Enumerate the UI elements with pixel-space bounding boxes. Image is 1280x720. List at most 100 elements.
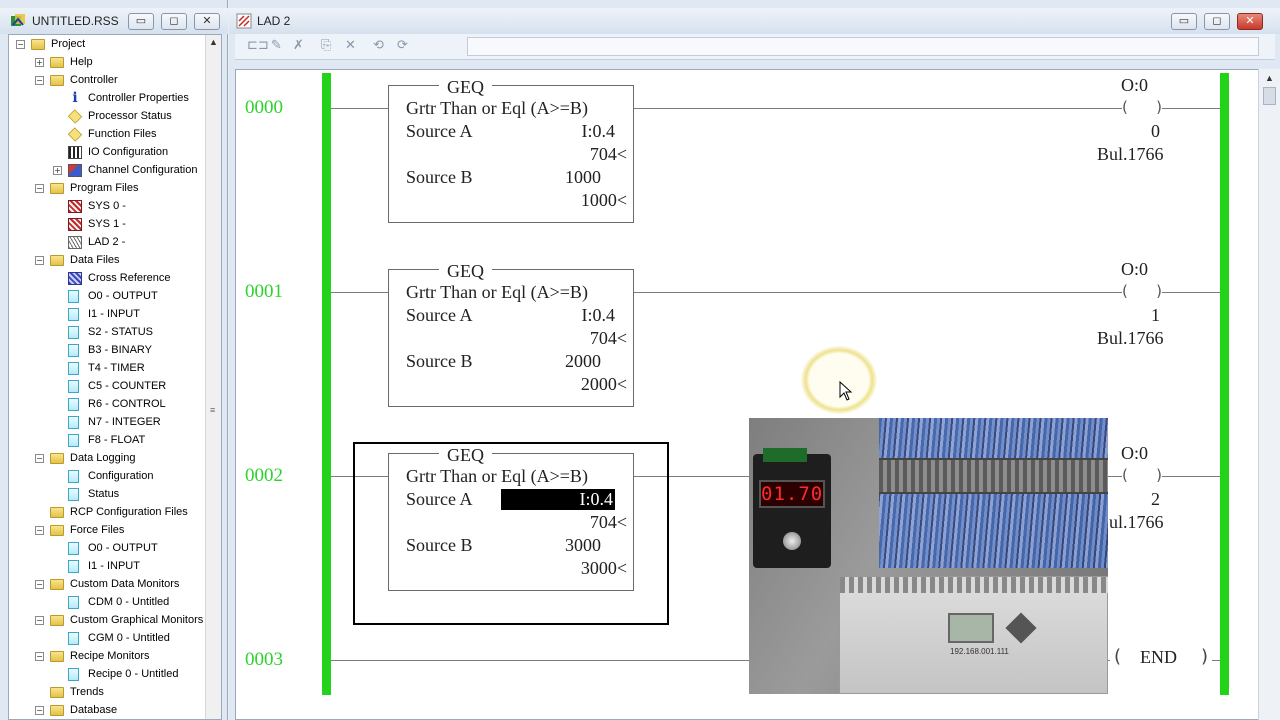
ladder-minimize-button[interactable]: ▭	[1171, 13, 1197, 30]
ladder-close-button[interactable]: ✕	[1237, 13, 1263, 30]
tree-item[interactable]: − Program Files	[9, 180, 205, 198]
tree-item[interactable]: Status	[9, 486, 205, 504]
tree-item[interactable]: S2 - STATUS	[9, 324, 205, 342]
system-file-icon	[68, 200, 82, 213]
tree-item[interactable]: − Recipe Monitors	[9, 648, 205, 666]
tree-item[interactable]: I1 - INPUT	[9, 558, 205, 576]
source-a-address[interactable]: I:0.4	[582, 121, 616, 142]
tree-item[interactable]: RCP Configuration Files	[9, 504, 205, 522]
collapse-icon[interactable]: −	[35, 580, 44, 589]
geq-instruction[interactable]: GEQ Grtr Than or Eql (A>=B) Source A I:0…	[388, 77, 634, 223]
tree-item[interactable]: Processor Status	[9, 108, 205, 126]
tree-item-label: Recipe Monitors	[70, 650, 150, 662]
rung-number[interactable]: 0003	[245, 649, 283, 671]
ladder-vertical-scrollbar[interactable]: ▲	[1258, 69, 1280, 720]
source-a-address[interactable]: I:0.4	[582, 305, 616, 326]
tree-item[interactable]: − Data Logging	[9, 450, 205, 468]
scroll-thumb[interactable]	[1263, 87, 1276, 105]
output-coil[interactable]: ()	[1122, 282, 1162, 300]
output-coil[interactable]: ()	[1122, 466, 1162, 484]
collapse-icon[interactable]: −	[35, 256, 44, 265]
source-b-constant[interactable]: 1000	[565, 167, 601, 188]
collapse-icon[interactable]: −	[35, 616, 44, 625]
untest-edits-icon[interactable]: ⟳	[397, 38, 408, 53]
rung-number[interactable]: 0002	[245, 465, 283, 487]
collapse-icon[interactable]: −	[16, 40, 25, 49]
tree-item[interactable]: SYS 1 -	[9, 216, 205, 234]
rung-insert-icon[interactable]: ⊏⊐	[247, 38, 269, 53]
tree-item[interactable]: i Controller Properties	[9, 90, 205, 108]
project-close-button[interactable]: ✕	[194, 13, 220, 30]
source-a-address-selected[interactable]: I:0.4	[501, 489, 615, 510]
delete-icon[interactable]: ✕	[345, 38, 356, 53]
tree-item[interactable]: O0 - OUTPUT	[9, 540, 205, 558]
collapse-icon[interactable]: −	[35, 184, 44, 193]
coil-address[interactable]: O:0	[1121, 443, 1148, 464]
tree-item[interactable]: CGM 0 - Untitled	[9, 630, 205, 648]
tree-item[interactable]: − Controller	[9, 72, 205, 90]
tree-item[interactable]: Recipe 0 - Untitled	[9, 666, 205, 684]
test-edits-icon[interactable]: ⟲	[373, 38, 384, 53]
tree-item[interactable]: N7 - INTEGER	[9, 414, 205, 432]
source-b-constant[interactable]: 2000	[565, 351, 601, 372]
cancel-edit-icon[interactable]: ✗	[293, 38, 304, 53]
tree-item[interactable]: − Custom Data Monitors	[9, 576, 205, 594]
rung-number[interactable]: 0001	[245, 281, 283, 303]
tree-item-label: LAD 2 -	[88, 236, 126, 248]
tree-item[interactable]: − Force Files	[9, 522, 205, 540]
ladder-editor[interactable]: 0000 GEQ Grtr Than or Eql (A>=B) Source …	[235, 69, 1267, 720]
rung-number[interactable]: 0000	[245, 97, 283, 119]
collapse-icon[interactable]: −	[35, 652, 44, 661]
tree-item[interactable]: Configuration	[9, 468, 205, 486]
data-file-icon	[68, 362, 79, 375]
source-b-constant[interactable]: 3000	[565, 535, 601, 556]
tree-item[interactable]: LAD 2 -	[9, 234, 205, 252]
tree-item[interactable]: B3 - BINARY	[9, 342, 205, 360]
tree-item[interactable]: IO Configuration	[9, 144, 205, 162]
tree-item[interactable]: − Data Files	[9, 252, 205, 270]
tree-item[interactable]: O0 - OUTPUT	[9, 288, 205, 306]
output-coil[interactable]: ()	[1122, 98, 1162, 116]
tree-item-label: I1 - INPUT	[88, 308, 140, 320]
project-maximize-button[interactable]: ◻	[161, 13, 187, 30]
scroll-up-arrow-icon[interactable]: ▲	[1265, 73, 1274, 83]
tree-item[interactable]: − Database	[9, 702, 205, 719]
scroll-grip-icon[interactable]: ≡	[210, 405, 215, 415]
tree-item[interactable]: F8 - FLOAT	[9, 432, 205, 450]
tree-item[interactable]: − Project	[9, 36, 205, 54]
data-file-icon	[68, 488, 79, 501]
project-tree-scrollbar[interactable]: ▲ ≡	[205, 35, 221, 719]
coil-address[interactable]: O:0	[1121, 259, 1148, 280]
geq-instruction[interactable]: GEQ Grtr Than or Eql (A>=B) Source A I:0…	[388, 445, 634, 591]
project-window-titlebar[interactable]: UNTITLED.RSS ▭ ◻ ✕	[0, 8, 228, 34]
geq-instruction[interactable]: GEQ Grtr Than or Eql (A>=B) Source A I:0…	[388, 261, 634, 407]
tree-item[interactable]: Trends	[9, 684, 205, 702]
tree-item[interactable]: Cross Reference	[9, 270, 205, 288]
ladder-maximize-button[interactable]: ◻	[1204, 13, 1230, 30]
collapse-icon[interactable]: −	[35, 454, 44, 463]
toolbar-address-field[interactable]	[467, 37, 1259, 56]
tree-item[interactable]: + Channel Configuration	[9, 162, 205, 180]
collapse-icon[interactable]: −	[35, 76, 44, 85]
tree-item[interactable]: R6 - CONTROL	[9, 396, 205, 414]
coil-address[interactable]: O:0	[1121, 75, 1148, 96]
edit-icon[interactable]: ✎	[271, 38, 282, 53]
tree-item[interactable]: CDM 0 - Untitled	[9, 594, 205, 612]
tree-item[interactable]: T4 - TIMER	[9, 360, 205, 378]
tree-item[interactable]: SYS 0 -	[9, 198, 205, 216]
ladder-window-titlebar[interactable]: LAD 2 ▭ ◻ ✕	[229, 8, 1280, 34]
tree-item[interactable]: − Custom Graphical Monitors	[9, 612, 205, 630]
collapse-icon[interactable]: −	[35, 526, 44, 535]
tree-item[interactable]: C5 - COUNTER	[9, 378, 205, 396]
expand-icon[interactable]: +	[35, 58, 44, 67]
accept-icon[interactable]: ⎘	[321, 38, 331, 53]
project-minimize-button[interactable]: ▭	[128, 13, 154, 30]
tree-item[interactable]: Function Files	[9, 126, 205, 144]
tree-item[interactable]: I1 - INPUT	[9, 306, 205, 324]
expand-icon[interactable]: +	[53, 166, 62, 175]
scroll-up-arrow-icon[interactable]: ▲	[209, 37, 218, 47]
collapse-icon[interactable]: −	[35, 706, 44, 715]
tree-item-label: IO Configuration	[88, 146, 169, 158]
tree-item[interactable]: + Help	[9, 54, 205, 72]
coil-bit: 1	[1151, 305, 1160, 325]
